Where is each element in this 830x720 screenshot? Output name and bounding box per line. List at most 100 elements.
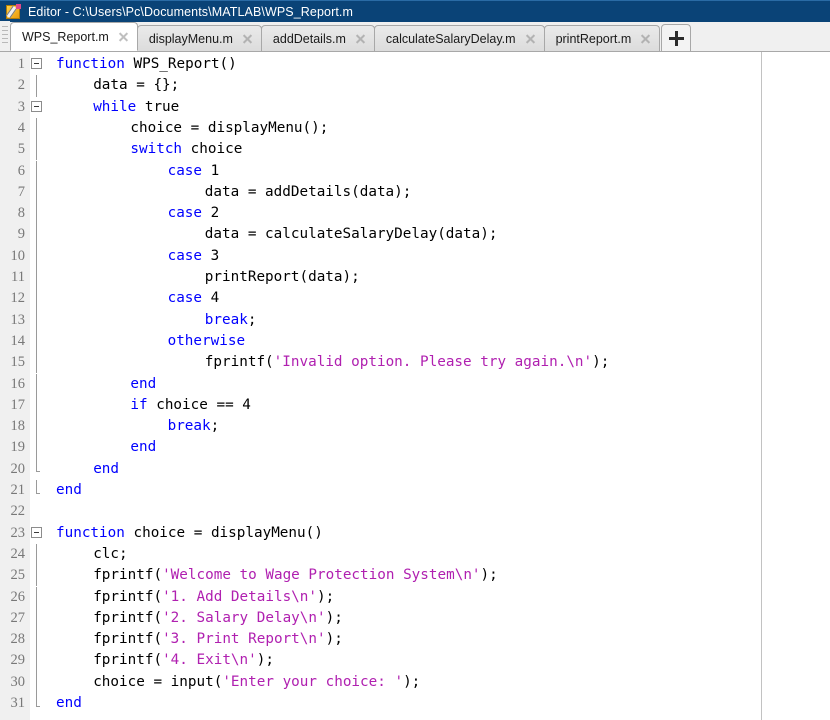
code-token-plain: ); [256, 652, 274, 669]
code-token-str: '1. Add Details\n' [162, 588, 317, 605]
new-tab-button[interactable] [661, 24, 692, 51]
line-number: 2 [17, 77, 25, 94]
line-number: 22 [10, 503, 26, 520]
tab-displayMenu-m[interactable]: displayMenu.m [136, 25, 262, 51]
code-token-str: '4. Exit\n' [162, 652, 257, 669]
tab-bar-grip[interactable] [0, 21, 10, 51]
code-line[interactable]: printReport(data); [205, 267, 360, 288]
code-token-plain: choice [182, 141, 243, 158]
code-token-kw: if [130, 396, 148, 413]
code-line[interactable]: break; [205, 310, 257, 331]
code-line[interactable]: function WPS_Report() [56, 54, 237, 75]
code-token-kw: case [167, 162, 203, 179]
close-icon[interactable] [117, 30, 130, 43]
fold-toggle-icon[interactable] [31, 100, 42, 112]
code-line[interactable]: switch choice [130, 139, 242, 160]
close-icon[interactable] [354, 32, 367, 45]
fold-toggle-icon[interactable] [31, 526, 42, 538]
code-line[interactable]: function choice = displayMenu() [56, 523, 323, 544]
code-token-plain: ); [403, 673, 421, 690]
code-token-kw: function [56, 56, 125, 72]
code-line[interactable]: otherwise [168, 331, 245, 352]
code-line[interactable]: case 4 [168, 288, 220, 309]
code-line[interactable]: end [93, 459, 119, 480]
code-line[interactable]: data = calculateSalaryDelay(data); [205, 224, 498, 245]
fold-guide-line [36, 416, 37, 438]
code-token-plain: true [136, 98, 180, 115]
tab-label: WPS_Report.m [22, 29, 109, 44]
code-token-plain: fprintf( [93, 609, 163, 626]
code-token-kw: switch [130, 141, 183, 158]
line-number: 5 [17, 141, 25, 158]
code-token-kw: end [130, 439, 157, 456]
code-line[interactable]: case 1 [168, 161, 220, 182]
fold-guide-line [36, 394, 37, 417]
code-folding-column[interactable] [30, 52, 44, 720]
tab-label: displayMenu.m [148, 31, 233, 46]
code-line[interactable]: fprintf('Invalid option. Please try agai… [205, 352, 610, 373]
code-line[interactable]: choice = input('Enter your choice: '); [93, 672, 420, 693]
line-number: 16 [10, 375, 26, 392]
fold-guide-line [36, 288, 37, 310]
fold-guide-line [36, 458, 37, 472]
code-editor[interactable]: 1 2 3 4 5 6 7 8 9 10 11 12 13 14 15 16 17 18 19 20 21 22 23 24 2… [0, 52, 830, 720]
code-token-plain: choice = displayMenu(); [130, 119, 329, 136]
code-line[interactable]: if choice == 4 [130, 395, 251, 416]
code-line[interactable]: data = {}; [93, 75, 179, 96]
fold-end-marker [36, 705, 40, 707]
fold-guide-line [36, 139, 37, 161]
code-line[interactable]: end [56, 693, 82, 714]
code-line[interactable]: fprintf('3. Print Report\n'); [93, 629, 343, 650]
code-line[interactable]: fprintf('2. Salary Delay\n'); [93, 608, 343, 629]
fold-toggle-icon[interactable] [31, 58, 42, 69]
code-token-plain: data = addDetails(data); [204, 183, 412, 200]
close-icon[interactable] [524, 32, 537, 45]
code-token-kw: end [130, 375, 157, 392]
right-margin-indicator [761, 52, 762, 720]
code-token-kw: while [93, 98, 137, 115]
code-line[interactable]: case 3 [168, 246, 220, 267]
code-text-area[interactable]: function WPS_Report() data = {}; while tru… [44, 52, 830, 720]
code-token-plain: clc; [93, 545, 128, 562]
code-line[interactable]: end [56, 480, 82, 501]
fold-guide-line [36, 437, 37, 459]
line-number: 4 [17, 119, 25, 136]
code-line[interactable]: fprintf('Welcome to Wage Protection Syst… [93, 565, 498, 586]
code-line[interactable]: clc; [93, 544, 127, 565]
fold-guide-line [36, 629, 37, 651]
code-line[interactable]: choice = displayMenu(); [130, 118, 328, 139]
code-token-plain: 1 [202, 162, 220, 179]
tab-calculateSalaryDelay-m[interactable]: calculateSalaryDelay.m [373, 25, 545, 51]
line-number: 26 [10, 588, 26, 605]
fold-guide-line [36, 309, 37, 331]
code-line[interactable]: break; [168, 416, 220, 437]
line-number: 25 [10, 567, 26, 584]
tab-strip: WPS_Report.m displayMenu.m addDetails.m cal… [10, 22, 661, 51]
code-line[interactable]: end [130, 374, 156, 395]
code-token-plain: fprintf( [93, 631, 163, 648]
tab-printReport-m[interactable]: printReport.m [543, 25, 661, 51]
code-token-plain: choice = displayMenu() [124, 524, 323, 541]
code-line[interactable]: end [130, 437, 156, 458]
tab-addDetails-m[interactable]: addDetails.m [260, 25, 375, 51]
code-line[interactable]: while true [93, 97, 179, 118]
tab-WPS_Report-m[interactable]: WPS_Report.m [10, 22, 138, 51]
window-title: Editor - C:\Users\Pc\Documents\MATLAB\WP… [28, 4, 353, 19]
code-line[interactable]: fprintf('1. Add Details\n'); [93, 587, 334, 608]
code-line[interactable]: data = addDetails(data); [205, 182, 412, 203]
line-number: 27 [10, 609, 26, 626]
code-line[interactable]: case 2 [168, 203, 220, 224]
matlab-editor-icon [5, 3, 21, 20]
line-number: 14 [10, 332, 26, 349]
line-number: 24 [10, 545, 26, 562]
code-line[interactable]: fprintf('4. Exit\n'); [93, 650, 274, 671]
fold-guide-line [36, 671, 37, 693]
close-icon[interactable] [639, 32, 652, 45]
code-token-plain: 4 [202, 290, 220, 307]
fold-guide-line [36, 330, 37, 353]
code-token-plain: ; [247, 311, 257, 328]
fold-guide-line [36, 267, 37, 289]
code-token-plain: ); [592, 354, 610, 371]
line-number: 18 [10, 418, 26, 435]
close-icon[interactable] [241, 32, 254, 45]
